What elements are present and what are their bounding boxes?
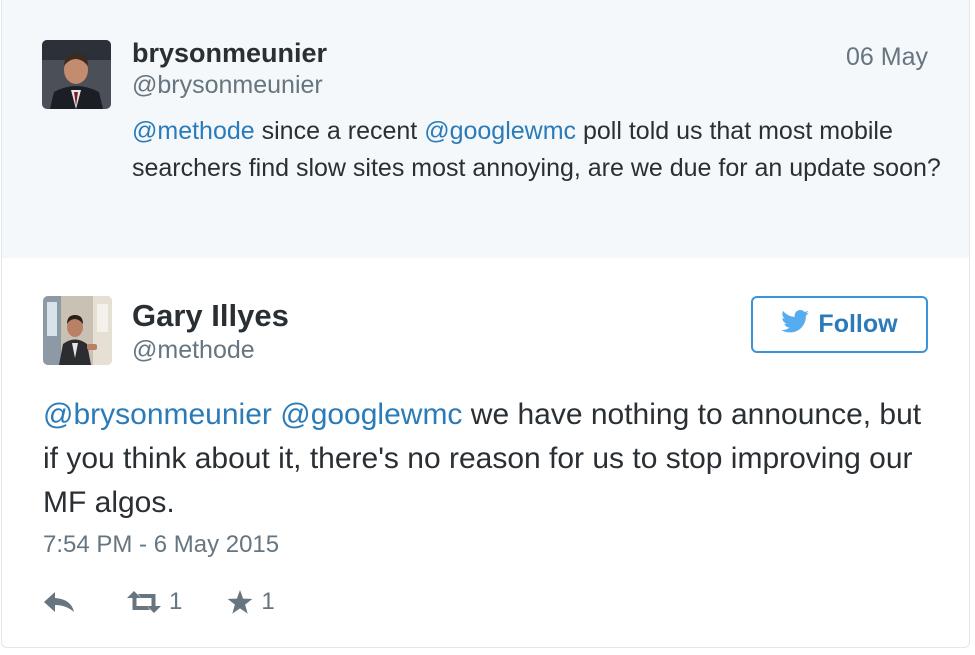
parent-handle[interactable]: @brysonmeunier: [132, 71, 323, 100]
parent-tweet[interactable]: brysonmeunier @brysonmeunier 06 May @met…: [2, 0, 969, 258]
tweet-text-segment: since a recent: [254, 117, 425, 145]
retweet-count: 1: [169, 588, 183, 615]
parent-date[interactable]: 06 May: [846, 43, 928, 72]
favorite-count: 1: [261, 588, 275, 615]
retweet-icon: [127, 591, 161, 613]
tweet-actions: 1 1: [43, 582, 275, 622]
tweet-timestamp[interactable]: 7:54 PM - 6 May 2015: [43, 531, 279, 559]
twitter-bird-icon: [781, 309, 810, 340]
avatar[interactable]: [43, 296, 112, 365]
tweet-embed: brysonmeunier @brysonmeunier 06 May @met…: [1, 0, 970, 648]
mention-link[interactable]: @googlewmc: [424, 117, 576, 145]
avatar[interactable]: [42, 40, 111, 109]
mention-link[interactable]: @googlewmc: [280, 398, 462, 431]
follow-label: Follow: [818, 310, 898, 338]
reply-button[interactable]: [43, 591, 75, 613]
tweet-text-segment: [272, 398, 280, 431]
retweet-button[interactable]: 1: [127, 588, 182, 616]
parent-tweet-text: @methode since a recent @googlewmc poll …: [132, 113, 942, 187]
mention-link[interactable]: @methode: [132, 117, 255, 145]
follow-button[interactable]: Follow: [751, 296, 928, 353]
star-icon: [227, 589, 253, 615]
mention-link[interactable]: @brysonmeunier: [43, 398, 272, 431]
reply-icon: [43, 591, 75, 613]
parent-display-name[interactable]: brysonmeunier: [132, 38, 327, 69]
author-display-name[interactable]: Gary Illyes: [132, 298, 289, 334]
tweet-text: @brysonmeunier @googlewmc we have nothin…: [43, 393, 943, 525]
author-handle[interactable]: @methode: [132, 336, 255, 365]
favorite-button[interactable]: 1: [227, 588, 275, 616]
